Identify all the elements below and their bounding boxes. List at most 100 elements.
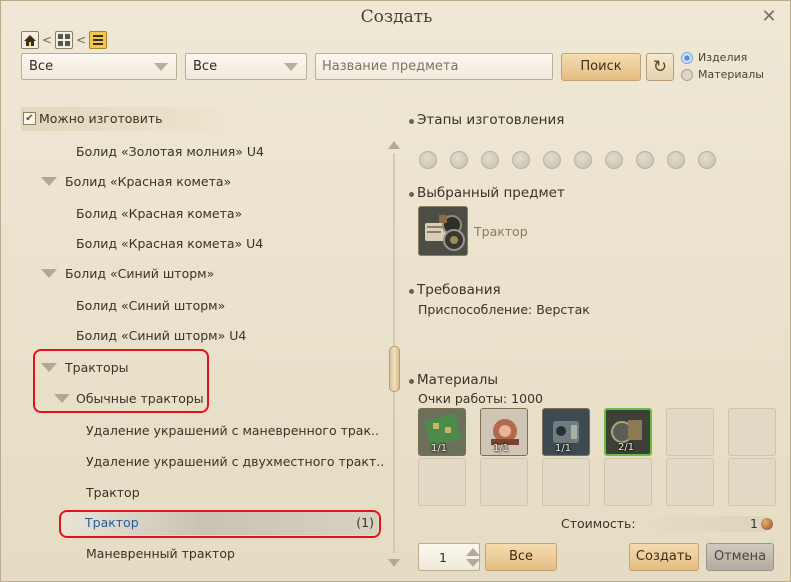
stage-dot (574, 151, 592, 169)
empty-material-slot (666, 408, 714, 456)
tree-item-label: Болид «Синий шторм» U4 (76, 328, 247, 343)
material-count: 1/1 (493, 443, 510, 454)
tree-item-label: Удаление украшений с двухместного тракт.… (86, 454, 385, 469)
list-icon[interactable] (89, 31, 108, 49)
tree-item-label: Болид «Золотая молния» U4 (76, 144, 264, 159)
category-select[interactable]: Все (21, 53, 177, 80)
create-button[interactable]: Создать (629, 543, 699, 571)
refresh-icon[interactable]: ↻ (646, 53, 674, 81)
highlight-box (33, 349, 209, 413)
close-icon[interactable]: ✕ (758, 6, 780, 28)
empty-material-slot (728, 408, 776, 456)
expand-triangle-icon[interactable] (41, 269, 57, 278)
subcategory-select-value: Все (193, 59, 218, 74)
all-button[interactable]: Все (485, 543, 557, 571)
stage-dot (605, 151, 623, 169)
stage-dot (636, 151, 654, 169)
tree-item[interactable]: Болид «Синий шторм» U4 (76, 323, 246, 349)
stages-title: Этапы изготовления (417, 112, 565, 128)
tree-category[interactable]: Болид «Синий шторм» (41, 261, 214, 287)
empty-material-slot (666, 458, 714, 506)
tree-item[interactable]: Болид «Синий шторм» (76, 293, 225, 319)
stepper-up-icon[interactable] (466, 548, 480, 556)
material-count: 1/1 (555, 443, 572, 454)
scroll-thumb[interactable] (389, 346, 400, 392)
tree-item[interactable]: Удаление украшений с маневренного трак.. (86, 418, 379, 444)
cost-label: Стоимость: (561, 516, 636, 531)
radio-materials[interactable]: Материалы (681, 66, 764, 83)
highlight-box (59, 510, 381, 538)
breadcrumb-separator: < (76, 33, 87, 47)
tree-item-label: Трактор (86, 485, 140, 500)
tree-item-label: Болид «Красная комета» (76, 206, 243, 221)
requirements-text: Приспособление: Верстак (418, 302, 590, 317)
bullet-icon (409, 192, 414, 197)
breadcrumb-separator: < (42, 33, 53, 47)
cost-value: 1 (750, 516, 758, 531)
tree-item[interactable]: Удаление украшений с двухместного тракт.… (86, 449, 384, 475)
subcategory-select[interactable]: Все (185, 53, 307, 80)
radio-selected-icon (681, 51, 693, 64)
item-name-search-input[interactable] (315, 53, 553, 80)
craft-window: Создать ✕ < < Все Все Поиск ↻ Изде (0, 0, 791, 582)
tree-item[interactable]: Болид «Золотая молния» U4 (76, 139, 264, 165)
tree-item[interactable]: Болид «Красная комета» U4 (76, 231, 263, 257)
radio-products-label: Изделия (698, 51, 748, 64)
radio-products[interactable]: Изделия (681, 49, 764, 66)
material-count: 1/1 (431, 443, 448, 454)
stage-dot (698, 151, 716, 169)
tree-item-label: Болид «Синий шторм» (76, 298, 226, 313)
home-icon[interactable] (21, 31, 39, 49)
cost-bar (639, 516, 767, 532)
bullet-icon (409, 119, 414, 124)
tree-scrollbar[interactable] (388, 141, 400, 569)
chevron-down-icon (284, 63, 298, 71)
tree-item[interactable]: Болид «Красная комета» (76, 201, 242, 227)
window-title: Создать (360, 7, 433, 27)
expand-triangle-icon[interactable] (41, 177, 57, 186)
empty-material-slot (728, 458, 776, 506)
breadcrumb: < < (21, 30, 108, 50)
type-radio-group: Изделия Материалы (681, 49, 764, 83)
tractor-parts-icon[interactable]: 2/1 (604, 408, 652, 456)
tree-item-label: Удаление украшений с маневренного трак.. (86, 423, 379, 438)
stage-dot (667, 151, 685, 169)
scroll-up-icon[interactable] (388, 141, 400, 149)
checkbox-checked-icon[interactable]: ✔ (23, 112, 36, 125)
category-select-value: Все (29, 59, 54, 74)
stage-dot (512, 151, 530, 169)
bullet-icon (409, 379, 414, 384)
tractor-icon[interactable] (418, 206, 468, 256)
engine-part-icon[interactable]: 1/1 (542, 408, 590, 456)
stepper-down-icon[interactable] (466, 559, 480, 567)
selected-item-name: Трактор (474, 224, 528, 239)
tree-category-label: Болид «Красная комета» (65, 174, 232, 189)
craft-details-panel: Этапы изготовления Выбранный предмет Тра… (409, 107, 779, 577)
stage-dot (419, 151, 437, 169)
materials-grid: 1/1 1/1 1/1 2/1 (418, 408, 776, 506)
tree-category[interactable]: Болид «Красная комета» (41, 169, 231, 195)
tree-item[interactable]: Маневренный трактор (86, 541, 235, 567)
copper-coil-icon[interactable]: 1/1 (480, 408, 528, 456)
can-craft-group-label: Можно изготовить (39, 111, 163, 126)
can-craft-group[interactable]: ✔ Можно изготовить (21, 107, 401, 131)
stage-indicator (419, 151, 716, 169)
materials-title: Материалы (417, 372, 498, 388)
labor-coin-icon (761, 518, 773, 530)
stage-dot (543, 151, 561, 169)
empty-material-slot (480, 458, 528, 506)
circuit-board-icon[interactable]: 1/1 (418, 408, 466, 456)
bullet-icon (409, 289, 414, 294)
stage-dot (481, 151, 499, 169)
scroll-down-icon[interactable] (388, 559, 400, 567)
work-points: Очки работы: 1000 (418, 391, 543, 406)
search-button[interactable]: Поиск (561, 53, 641, 81)
empty-material-slot (604, 458, 652, 506)
quantity-stepper[interactable]: 1 (418, 543, 480, 571)
cancel-button[interactable]: Отмена (706, 543, 774, 571)
empty-material-slot (542, 458, 590, 506)
tree-item[interactable]: Трактор (86, 480, 140, 506)
grid-icon[interactable] (55, 31, 74, 49)
recipe-tree: ✔ Можно изготовить Болид «Золотая молния… (21, 107, 401, 573)
empty-material-slot (418, 458, 466, 506)
